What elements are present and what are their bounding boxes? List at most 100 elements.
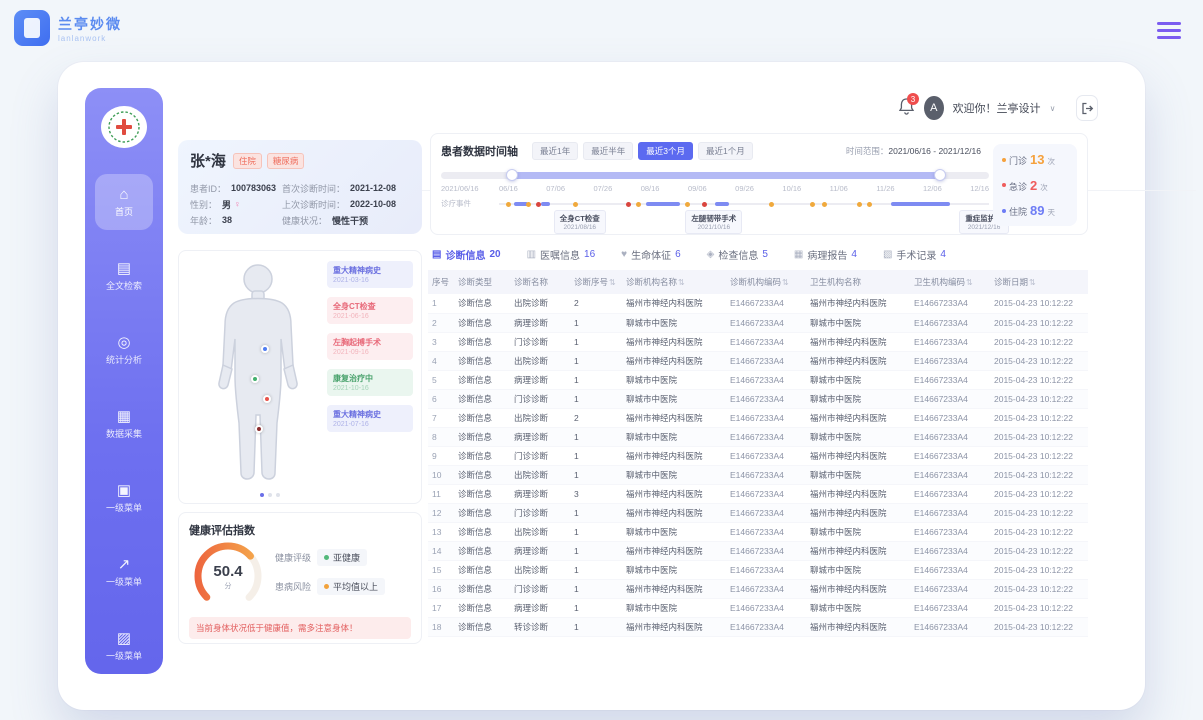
table-row[interactable]: 17诊断信息病理诊断1聊城市中医院E14667233A4聊城市中医院E14667… [428,598,1088,617]
event-dot-orange[interactable] [685,202,690,207]
tab-检查信息[interactable]: ◈检查信息5 [707,247,768,262]
sidebar-item-data-collect[interactable]: ▦数据采集 [95,396,153,452]
body-map-card: 重大精神病史2021-03-16 全身CT检查2021-06-16 左胸起搏手术20… [178,250,422,504]
timeline-tooltip[interactable]: 全身CT检查2021/08/16 [554,210,606,234]
table-row[interactable]: 4诊断信息出院诊断1福州市神经内科医院E14667233A4福州市神经内科医院E… [428,351,1088,370]
table-row[interactable]: 18诊断信息转诊诊断1福州市神经内科医院E14667233A4福州市神经内科医院… [428,617,1088,636]
table-row[interactable]: 6诊断信息门诊诊断1聊城市中医院E14667233A4聊城市中医院E146672… [428,389,1088,408]
slider-handle-left[interactable] [506,169,518,181]
table-row[interactable]: 2诊断信息病理诊断1聊城市中医院E14667233A4聊城市中医院E146672… [428,313,1088,332]
table-cell: 出院诊断 [510,408,570,427]
tab-诊断信息[interactable]: ▤诊断信息20 [432,247,501,262]
table-row[interactable]: 1诊断信息出院诊断2福州市神经内科医院E14667233A4福州市神经内科医院E… [428,294,1088,313]
table-row[interactable]: 5诊断信息病理诊断1聊城市中医院E14667233A4聊城市中医院E146672… [428,370,1088,389]
timeline-tooltip[interactable]: 左腿韧带手术2021/10/16 [685,210,742,234]
sidebar-item-menu-1[interactable]: ▣一级菜单 [95,470,153,526]
table-row[interactable]: 10诊断信息出院诊断1聊城市中医院E14667233A4聊城市中医院E14667… [428,465,1088,484]
column-header[interactable]: 诊断机构名称⇅ [622,270,726,294]
event-dot-orange[interactable] [506,202,511,207]
chevron-down-icon[interactable]: ∨ [1050,104,1056,113]
table-row[interactable]: 14诊断信息病理诊断1福州市神经内科医院E14667233A4福州市神经内科医院… [428,541,1088,560]
body-event-chip[interactable]: 重大精神病史2021-03-16 [327,261,413,288]
timeline-title: 患者数据时间轴 [441,143,518,159]
user-greeting[interactable]: 欢迎你！兰亭设计 [953,100,1041,116]
event-dot-red[interactable] [626,202,631,207]
body-event-chip[interactable]: 康复治疗中2021-10-16 [327,369,413,396]
body-marker-dot[interactable] [261,345,269,353]
sidebar-item-menu-2[interactable]: ↗一级菜单 [95,544,153,600]
event-dot-orange[interactable] [857,202,862,207]
event-dot-orange[interactable] [810,202,815,207]
pagination-dot[interactable] [276,493,280,497]
table-cell: 2015-04-23 10:12:22 [990,522,1088,541]
tab-医嘱信息[interactable]: ▥医嘱信息16 [527,247,596,262]
event-dot-red[interactable] [702,202,707,207]
table-cell: 诊断信息 [454,465,510,484]
timeline-filter-button[interactable]: 最近3个月 [638,142,693,160]
body-event-chip[interactable]: 全身CT检查2021-06-16 [327,297,413,324]
column-header[interactable]: 诊断序号⇅ [570,270,622,294]
table-row[interactable]: 11诊断信息病理诊断3福州市神经内科医院E14667233A4福州市神经内科医院… [428,484,1088,503]
event-dot-orange[interactable] [636,202,641,207]
body-marker-dot[interactable] [263,395,271,403]
event-dot-orange[interactable] [573,202,578,207]
sort-icon[interactable]: ⇅ [782,278,789,287]
sidebar-item-menu-3[interactable]: ▨一级菜单 [95,618,153,674]
tab-label: 手术记录 [896,247,936,262]
sort-icon[interactable]: ⇅ [678,278,685,287]
sort-icon[interactable]: ⇅ [1029,278,1036,287]
ticks-start-label: 2021/06/16 [441,184,499,193]
column-header[interactable]: 卫生机构编码⇅ [910,270,990,294]
sort-icon[interactable]: ⇅ [609,278,616,287]
tooltip-title: 左腿韧带手术 [691,213,736,224]
tab-生命体征[interactable]: ♥生命体征6 [621,247,681,262]
tab-手术记录[interactable]: ▧手术记录4 [883,247,946,262]
column-header[interactable]: 诊断机构编码⇅ [726,270,806,294]
table-row[interactable]: 16诊断信息门诊诊断1福州市神经内科医院E14667233A4福州市神经内科医院… [428,579,1088,598]
body-event-chip[interactable]: 左胸起搏手术2021-09-16 [327,333,413,360]
pagination-dot[interactable] [268,493,272,497]
table-row[interactable]: 3诊断信息门诊诊断1福州市神经内科医院E14667233A4福州市神经内科医院E… [428,332,1088,351]
sort-icon[interactable]: ⇅ [966,278,973,287]
table-row[interactable]: 12诊断信息门诊诊断1福州市神经内科医院E14667233A4福州市神经内科医院… [428,503,1088,522]
table-cell: 诊断信息 [454,541,510,560]
event-dot-orange[interactable] [526,202,531,207]
status-dot [324,584,329,589]
brand-logo[interactable]: 兰亭妙微 lanlanwork [14,10,122,46]
pagination-dot[interactable] [260,493,264,497]
tab-病理报告[interactable]: ▦病理报告4 [794,247,857,262]
table-row[interactable]: 15诊断信息出院诊断1聊城市中医院E14667233A4聊城市中医院E14667… [428,560,1088,579]
body-event-chip[interactable]: 重大精神病史2021-07-16 [327,405,413,432]
event-dot-orange[interactable] [867,202,872,207]
avatar[interactable]: A [924,96,944,120]
table-cell: 病理诊断 [510,427,570,446]
tooltip-title: 全身CT检查 [560,213,600,224]
table-cell: 诊断信息 [454,370,510,389]
event-dot-orange[interactable] [822,202,827,207]
body-marker-dot[interactable] [251,375,259,383]
table-cell: 11 [428,484,454,503]
logout-button[interactable] [1076,95,1098,121]
table-row[interactable]: 8诊断信息病理诊断1聊城市中医院E14667233A4聊城市中医院E146672… [428,427,1088,446]
hamburger-menu-icon[interactable] [1157,18,1181,43]
table-cell: E14667233A4 [910,351,990,370]
timeline-filter-button[interactable]: 最近1个月 [698,142,753,160]
column-header[interactable]: 诊断日期⇅ [990,270,1088,294]
table-row[interactable]: 9诊断信息门诊诊断1福州市神经内科医院E14667233A4福州市神经内科医院E… [428,446,1088,465]
slider-handle-right[interactable] [934,169,946,181]
record-tabs: ▤诊断信息20 ▥医嘱信息16 ♥生命体征6 ◈检查信息5 ▦病理报告4 ▧手术记录4 [428,245,1088,270]
table-cell: E14667233A4 [910,313,990,332]
sidebar-item-stat-analysis[interactable]: ◎统计分析 [95,322,153,378]
health-row: 健康评级亚健康 [275,549,385,566]
timeline-range-slider[interactable] [441,169,989,181]
table-row[interactable]: 7诊断信息出院诊断2福州市神经内科医院E14667233A4福州市神经内科医院E… [428,408,1088,427]
timeline-filter-button[interactable]: 最近半年 [583,142,633,160]
body-marker-dot[interactable] [255,425,263,433]
timeline-filter-button[interactable]: 最近1年 [532,142,578,160]
sidebar-item-home[interactable]: ⌂首页 [95,174,153,230]
table-row[interactable]: 13诊断信息出院诊断1聊城市中医院E14667233A4聊城市中医院E14667… [428,522,1088,541]
notification-bell-icon[interactable]: 3 [898,97,915,119]
event-dot-orange[interactable] [769,202,774,207]
sidebar-item-fulltext-search[interactable]: ▤全文检索 [95,248,153,304]
table-cell: 8 [428,427,454,446]
